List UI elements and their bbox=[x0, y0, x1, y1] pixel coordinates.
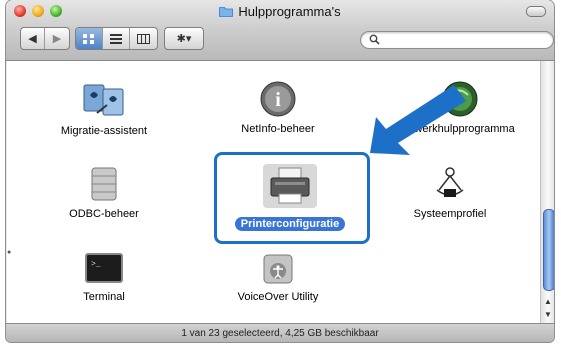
search-field[interactable] bbox=[360, 31, 554, 49]
status-bar: 1 van 23 geselecteerd, 4,25 GB beschikba… bbox=[6, 323, 554, 342]
forward-arrow-icon: ▶ bbox=[52, 33, 62, 45]
file-browser: ● Migratie-assistent i NetInfo-beheer et… bbox=[7, 61, 540, 323]
item-label: Terminal bbox=[83, 291, 125, 303]
scroll-up-top-icon[interactable] bbox=[541, 61, 554, 74]
svg-text:>_: >_ bbox=[91, 260, 101, 269]
item-label: VoiceOver Utility bbox=[237, 291, 319, 303]
action-button-group: ✱▾ bbox=[164, 27, 204, 50]
forward-button[interactable]: ▶ bbox=[45, 28, 69, 49]
terminal-icon: >_ bbox=[85, 253, 123, 283]
back-button[interactable]: ◀ bbox=[21, 28, 45, 49]
migration-assistant-icon bbox=[83, 84, 124, 116]
collapse-sidebar-handle[interactable]: ● bbox=[7, 249, 15, 261]
item-label: Systeemprofiel bbox=[413, 208, 487, 220]
database-icon bbox=[91, 167, 117, 201]
search-icon bbox=[369, 34, 380, 45]
vertical-scrollbar[interactable]: ▲ ▼ bbox=[540, 61, 554, 323]
folder-icon bbox=[219, 7, 234, 17]
item-terminal[interactable]: >_ Terminal bbox=[29, 251, 179, 303]
list-view-icon bbox=[110, 33, 122, 44]
column-view-button[interactable] bbox=[130, 28, 157, 49]
item-label: ODBC-beheer bbox=[69, 208, 139, 220]
item-label: NetInfo-beheer bbox=[241, 123, 315, 135]
item-migratie-assistent[interactable]: Migratie-assistent bbox=[29, 79, 179, 137]
scroll-up-arrow-icon[interactable]: ▲ bbox=[541, 295, 554, 308]
window-title: Hulpprogramma's bbox=[6, 4, 554, 19]
callout-arrow-icon bbox=[370, 85, 466, 155]
voiceover-icon bbox=[263, 254, 293, 284]
highlight-callout-box bbox=[214, 152, 370, 244]
column-view-icon bbox=[137, 33, 150, 44]
list-view-button[interactable] bbox=[103, 28, 130, 49]
info-icon: i bbox=[260, 81, 296, 117]
title-bar: Hulpprogramma's ◀ ▶ ✱▾ bbox=[6, 0, 554, 61]
scroll-down-arrow-icon[interactable]: ▼ bbox=[541, 308, 554, 321]
item-odbc-beheer[interactable]: ODBC-beheer bbox=[29, 164, 179, 220]
status-text: 1 van 23 geselecteerd, 4,25 GB beschikba… bbox=[181, 328, 379, 339]
finder-window: Hulpprogramma's ◀ ▶ ✱▾ ● Migratie-assist… bbox=[6, 0, 554, 342]
view-button-group bbox=[75, 27, 158, 50]
icon-view-button[interactable] bbox=[76, 28, 103, 49]
nav-button-group: ◀ ▶ bbox=[20, 27, 70, 50]
item-voiceover-utility[interactable]: VoiceOver Utility bbox=[203, 251, 353, 303]
system-profiler-icon bbox=[436, 167, 464, 197]
gear-icon: ✱▾ bbox=[176, 33, 192, 45]
item-systeemprofiel[interactable]: Systeemprofiel bbox=[375, 164, 525, 220]
item-netinfo-beheer[interactable]: i NetInfo-beheer bbox=[203, 79, 353, 135]
search-input[interactable] bbox=[385, 33, 539, 48]
svg-text:i: i bbox=[275, 89, 281, 111]
action-menu-button[interactable]: ✱▾ bbox=[165, 28, 203, 49]
window-title-text: Hulpprogramma's bbox=[238, 4, 341, 19]
icon-view-icon bbox=[83, 33, 94, 44]
item-label: Migratie-assistent bbox=[60, 125, 148, 137]
scroll-thumb[interactable] bbox=[543, 209, 554, 291]
back-arrow-icon: ◀ bbox=[28, 33, 37, 45]
